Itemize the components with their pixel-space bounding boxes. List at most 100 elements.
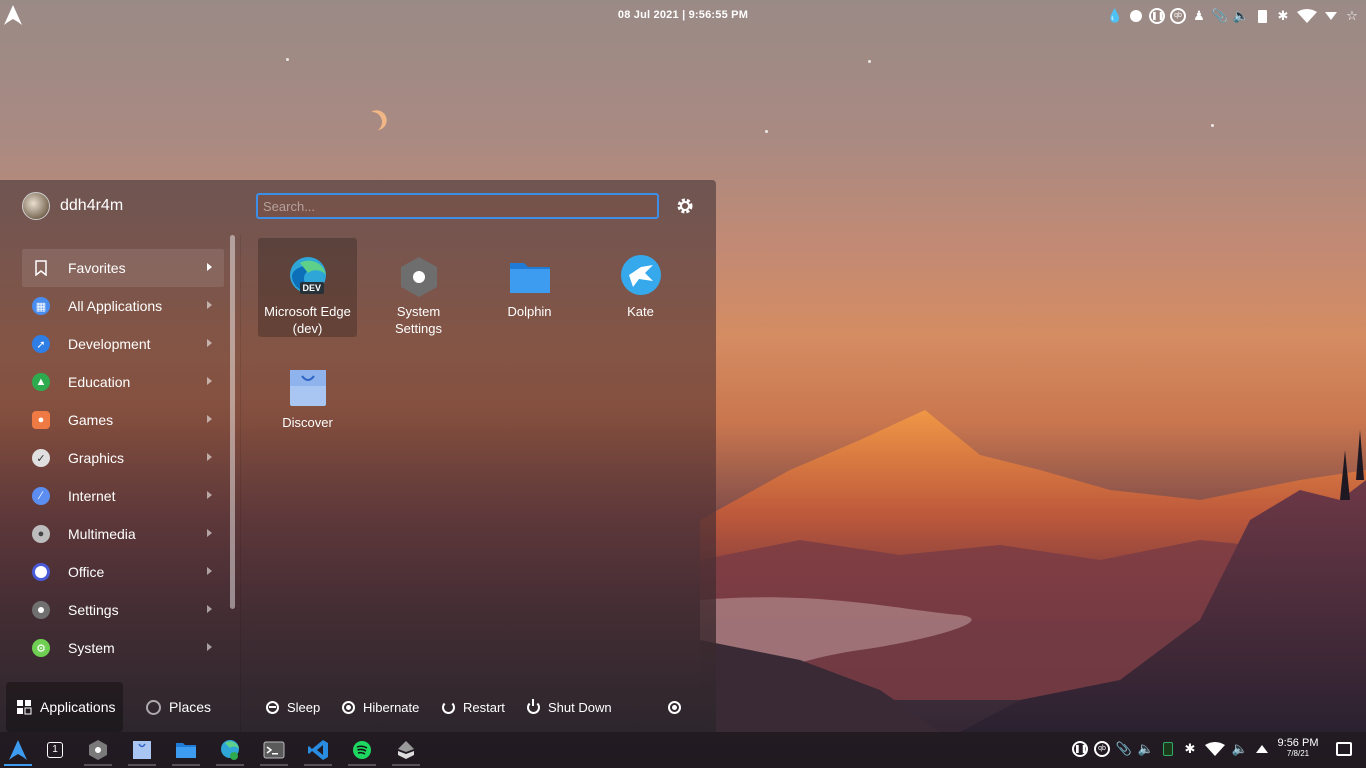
user-icon[interactable]: ♟ bbox=[1191, 8, 1207, 24]
battery-icon[interactable] bbox=[1254, 8, 1270, 24]
system-icon: ⚙ bbox=[32, 639, 50, 657]
discover-icon bbox=[286, 366, 330, 410]
taskbar-vscode[interactable] bbox=[304, 736, 332, 766]
dropdown-icon[interactable] bbox=[1323, 8, 1339, 24]
qbittorrent-icon[interactable]: qb bbox=[1170, 8, 1186, 24]
gear-icon bbox=[32, 601, 50, 619]
taskbar-microsoft-edge-dev[interactable] bbox=[216, 736, 244, 766]
shutdown-button[interactable]: Shut Down bbox=[527, 682, 612, 732]
chevron-right-icon bbox=[207, 567, 212, 575]
bookmark-icon bbox=[32, 259, 50, 277]
chevron-right-icon bbox=[207, 529, 212, 537]
tab-places[interactable]: Places bbox=[146, 682, 211, 732]
category-office[interactable]: Office bbox=[22, 553, 224, 591]
power-label: Sleep bbox=[287, 699, 321, 715]
record-icon[interactable] bbox=[1128, 8, 1144, 24]
grid-icon bbox=[17, 700, 32, 715]
category-scrollbar[interactable] bbox=[230, 235, 235, 609]
pause-icon[interactable]: ❚❚ bbox=[1149, 8, 1165, 24]
vscode-icon bbox=[308, 740, 328, 760]
virtual-desktop-pager[interactable]: 1 bbox=[41, 736, 69, 764]
sleep-button[interactable]: Sleep bbox=[266, 682, 320, 732]
restart-button[interactable]: Restart bbox=[442, 682, 505, 732]
taskbar-dolphin[interactable] bbox=[172, 736, 200, 766]
user-profile[interactable]: ddh4r4m bbox=[22, 192, 123, 220]
volume-icon[interactable]: 🔈 bbox=[1233, 8, 1249, 24]
top-system-tray: 💧 ❚❚ qb ♟ 📎 🔈 ✱ ☆ bbox=[1107, 5, 1360, 27]
taskbar-spotify[interactable] bbox=[348, 736, 376, 766]
bluetooth-icon[interactable]: ✱ bbox=[1182, 740, 1198, 758]
app-kate[interactable]: Kate bbox=[591, 238, 690, 337]
taskbar-system-settings[interactable] bbox=[84, 736, 112, 766]
system-settings-icon bbox=[397, 255, 441, 299]
chevron-right-icon bbox=[207, 377, 212, 385]
dolphin-icon bbox=[508, 255, 552, 299]
category-settings[interactable]: Settings bbox=[22, 591, 224, 629]
avatar[interactable] bbox=[22, 192, 50, 220]
graduation-icon: ▲ bbox=[32, 373, 50, 391]
nvidia-icon[interactable] bbox=[1160, 740, 1176, 758]
star-icon[interactable]: ☆ bbox=[1344, 8, 1360, 24]
category-games[interactable]: ● Games bbox=[22, 401, 224, 439]
compass-icon bbox=[146, 699, 161, 715]
chevron-right-icon bbox=[207, 263, 212, 271]
attachment-icon[interactable]: 📎 bbox=[1212, 8, 1228, 24]
speaker-icon: ● bbox=[32, 525, 50, 543]
app-label-line1: Dolphin bbox=[507, 304, 552, 319]
show-desktop-icon[interactable] bbox=[1336, 742, 1352, 756]
power-label: Shut Down bbox=[548, 699, 612, 715]
bluetooth-icon[interactable]: ✱ bbox=[1275, 8, 1291, 24]
chevron-right-icon bbox=[207, 301, 212, 309]
hibernate-button[interactable]: Hibernate bbox=[342, 682, 419, 732]
app-label: System Settings bbox=[395, 303, 442, 337]
category-education[interactable]: ▲ Education bbox=[22, 363, 224, 401]
clock-time: 9:56 PM bbox=[1277, 737, 1319, 749]
search-input[interactable] bbox=[256, 193, 659, 219]
qbittorrent-icon[interactable]: qb bbox=[1094, 740, 1110, 758]
application-launcher: ddh4r4m Favorites ▦ All Applications ➚ D… bbox=[0, 180, 716, 732]
taskbar-clock[interactable]: 9:56 PM 7/8/21 bbox=[1268, 737, 1328, 758]
category-development[interactable]: ➚ Development bbox=[22, 325, 224, 363]
app-microsoft-edge-dev[interactable]: DEV Microsoft Edge (dev) bbox=[258, 238, 357, 337]
wifi-icon[interactable] bbox=[1204, 740, 1226, 758]
discover-icon bbox=[133, 741, 151, 759]
category-internet[interactable]: ∕ Internet bbox=[22, 477, 224, 515]
attachment-icon[interactable]: 📎 bbox=[1116, 740, 1132, 758]
app-label: Dolphin bbox=[507, 303, 551, 320]
username: ddh4r4m bbox=[60, 197, 124, 214]
power-label: Hibernate bbox=[363, 699, 420, 715]
launcher-bottom-bar: Applications Places Sleep Hibernate Rest… bbox=[0, 682, 716, 732]
app-discover[interactable]: Discover bbox=[258, 349, 357, 448]
launcher-settings-gear-icon[interactable] bbox=[676, 197, 694, 215]
power-label: Restart bbox=[463, 699, 505, 715]
drop-icon[interactable]: 💧 bbox=[1107, 8, 1123, 24]
dev-badge: DEV bbox=[299, 282, 325, 294]
wifi-icon[interactable] bbox=[1296, 8, 1318, 24]
more-power-options[interactable] bbox=[668, 682, 681, 732]
chevron-right-icon bbox=[207, 339, 212, 347]
category-all-applications[interactable]: ▦ All Applications bbox=[22, 287, 224, 325]
category-graphics[interactable]: ✓ Graphics bbox=[22, 439, 224, 477]
tab-applications[interactable]: Applications bbox=[6, 682, 123, 732]
category-label: Internet bbox=[68, 488, 116, 504]
divider bbox=[240, 235, 241, 732]
palette-icon: ✓ bbox=[32, 449, 50, 467]
category-label: Development bbox=[68, 336, 151, 352]
app-system-settings[interactable]: System Settings bbox=[369, 238, 468, 337]
volume-icon[interactable]: 🔈 bbox=[1138, 740, 1154, 758]
app-dolphin[interactable]: Dolphin bbox=[480, 238, 579, 337]
taskbar-terminal[interactable] bbox=[260, 736, 288, 766]
clock-date: 7/8/21 bbox=[1286, 749, 1310, 758]
globe-icon: ∕ bbox=[32, 487, 50, 505]
category-system[interactable]: ⚙ System bbox=[22, 629, 224, 667]
app-label-line1: System bbox=[396, 304, 441, 319]
taskbar-discover[interactable] bbox=[128, 736, 156, 766]
category-multimedia[interactable]: ● Multimedia bbox=[22, 515, 224, 553]
volume-icon[interactable]: 🔈 bbox=[1232, 740, 1248, 758]
dolphin-icon bbox=[176, 743, 196, 758]
application-launcher-button[interactable] bbox=[4, 736, 32, 766]
pause-icon[interactable]: ❚❚ bbox=[1072, 740, 1088, 758]
category-favorites[interactable]: Favorites bbox=[22, 249, 224, 287]
chevron-right-icon bbox=[207, 453, 212, 461]
taskbar-app-installer[interactable] bbox=[392, 736, 420, 766]
